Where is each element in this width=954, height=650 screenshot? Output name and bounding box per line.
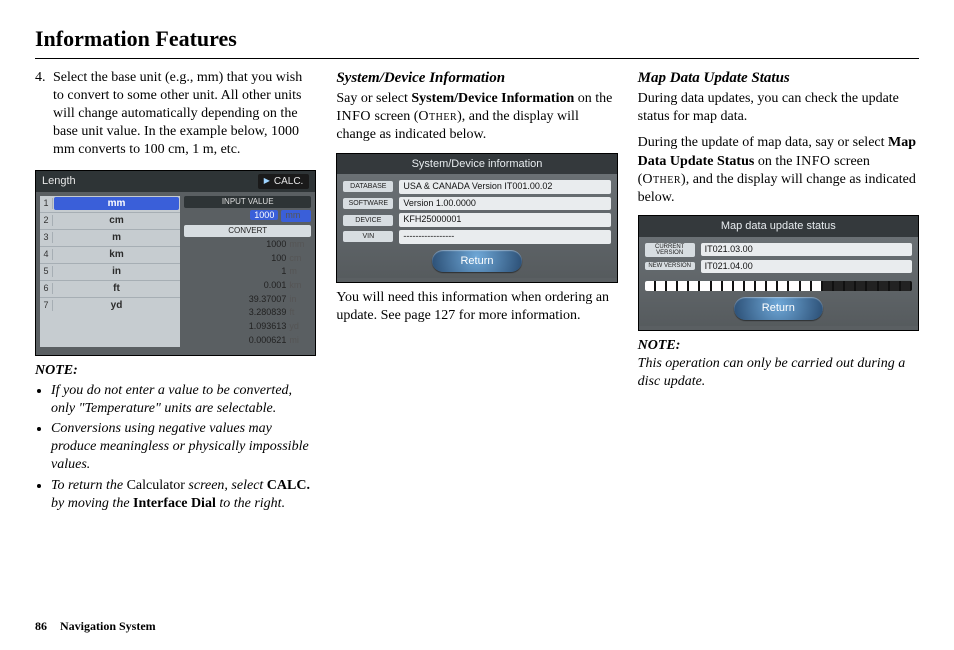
unit-m[interactable]: 3m [40, 230, 180, 247]
map-p1: During data updates, you can check the u… [638, 90, 919, 126]
col-2: System/Device Information Say or select … [336, 69, 617, 515]
footer: 86 Navigation System [35, 619, 156, 635]
convert-button[interactable]: CONVERT [184, 225, 311, 237]
unit-yd[interactable]: 7yd [40, 298, 180, 314]
unit-list: 1mm 2cm 3m 4km 5in 6ft 7yd [40, 196, 180, 347]
sys-device-title: System/Device information [337, 154, 616, 174]
progress-bar [645, 281, 912, 291]
note-list: If you do not enter a value to be conver… [35, 382, 316, 513]
conversion-pane: INPUT VALUE 1000mm CONVERT 1000mm 100cm … [184, 196, 311, 347]
col-3: Map Data Update Status During data updat… [638, 69, 919, 515]
map-heading: Map Data Update Status [638, 69, 919, 89]
title-rule [35, 58, 919, 59]
vin-row: VIN----------------- [343, 230, 610, 244]
unit-mm[interactable]: 1mm [40, 196, 180, 213]
return-button[interactable]: Return [734, 297, 823, 319]
unit-ft[interactable]: 6ft [40, 281, 180, 298]
col-1: 4. Select the base unit (e.g., mm) that … [35, 69, 316, 515]
current-version-row: CURRENT VERSIONIT021.03.00 [645, 243, 912, 257]
map-p2: During the update of map data, say or se… [638, 134, 919, 207]
calc-button[interactable]: CALC. [258, 174, 310, 189]
sys-device: System/Device information DATABASEUSA & … [336, 153, 617, 283]
sys-info-p2: You will need this information when orde… [336, 289, 617, 325]
note-3-text: This operation can only be carried out d… [638, 355, 919, 391]
note-3: To return the Calculator screen, select … [51, 477, 316, 513]
step-4: 4. Select the base unit (e.g., mm) that … [35, 69, 316, 160]
new-version-row: NEW VERSIONIT021.04.00 [645, 260, 912, 274]
unit-in[interactable]: 5in [40, 264, 180, 281]
page-number: 86 [35, 619, 47, 633]
input-value[interactable]: 1000 [250, 210, 278, 220]
device-row: DEVICEKFH25000001 [343, 213, 610, 227]
return-button[interactable]: Return [432, 250, 521, 272]
length-title: Length [42, 174, 76, 188]
unit-km[interactable]: 4km [40, 247, 180, 264]
section-name: Navigation System [60, 619, 156, 633]
unit-cm[interactable]: 2cm [40, 213, 180, 230]
length-device: Length CALC. 1mm 2cm 3m 4km 5in 6ft 7yd … [35, 170, 316, 356]
sw-row: SOFTWAREVersion 1.00.0000 [343, 197, 610, 211]
note-heading-3: NOTE: [638, 337, 919, 355]
note-1: If you do not enter a value to be conver… [51, 382, 316, 418]
input-unit: mm [281, 210, 311, 222]
db-row: DATABASEUSA & CANADA Version IT001.00.02 [343, 180, 610, 194]
note-heading: NOTE: [35, 362, 316, 380]
columns: 4. Select the base unit (e.g., mm) that … [35, 69, 919, 515]
map-device-title: Map data update status [639, 216, 918, 236]
page-title: Information Features [35, 25, 919, 54]
step-text: Select the base unit (e.g., mm) that you… [53, 69, 316, 160]
note-2: Conversions using negative values may pr… [51, 420, 316, 475]
sys-info-p1: Say or select System/Device Information … [336, 90, 617, 145]
input-value-label: INPUT VALUE [184, 196, 311, 208]
step-number: 4. [35, 69, 53, 160]
map-device: Map data update status CURRENT VERSIONIT… [638, 215, 919, 330]
sys-info-heading: System/Device Information [336, 69, 617, 89]
